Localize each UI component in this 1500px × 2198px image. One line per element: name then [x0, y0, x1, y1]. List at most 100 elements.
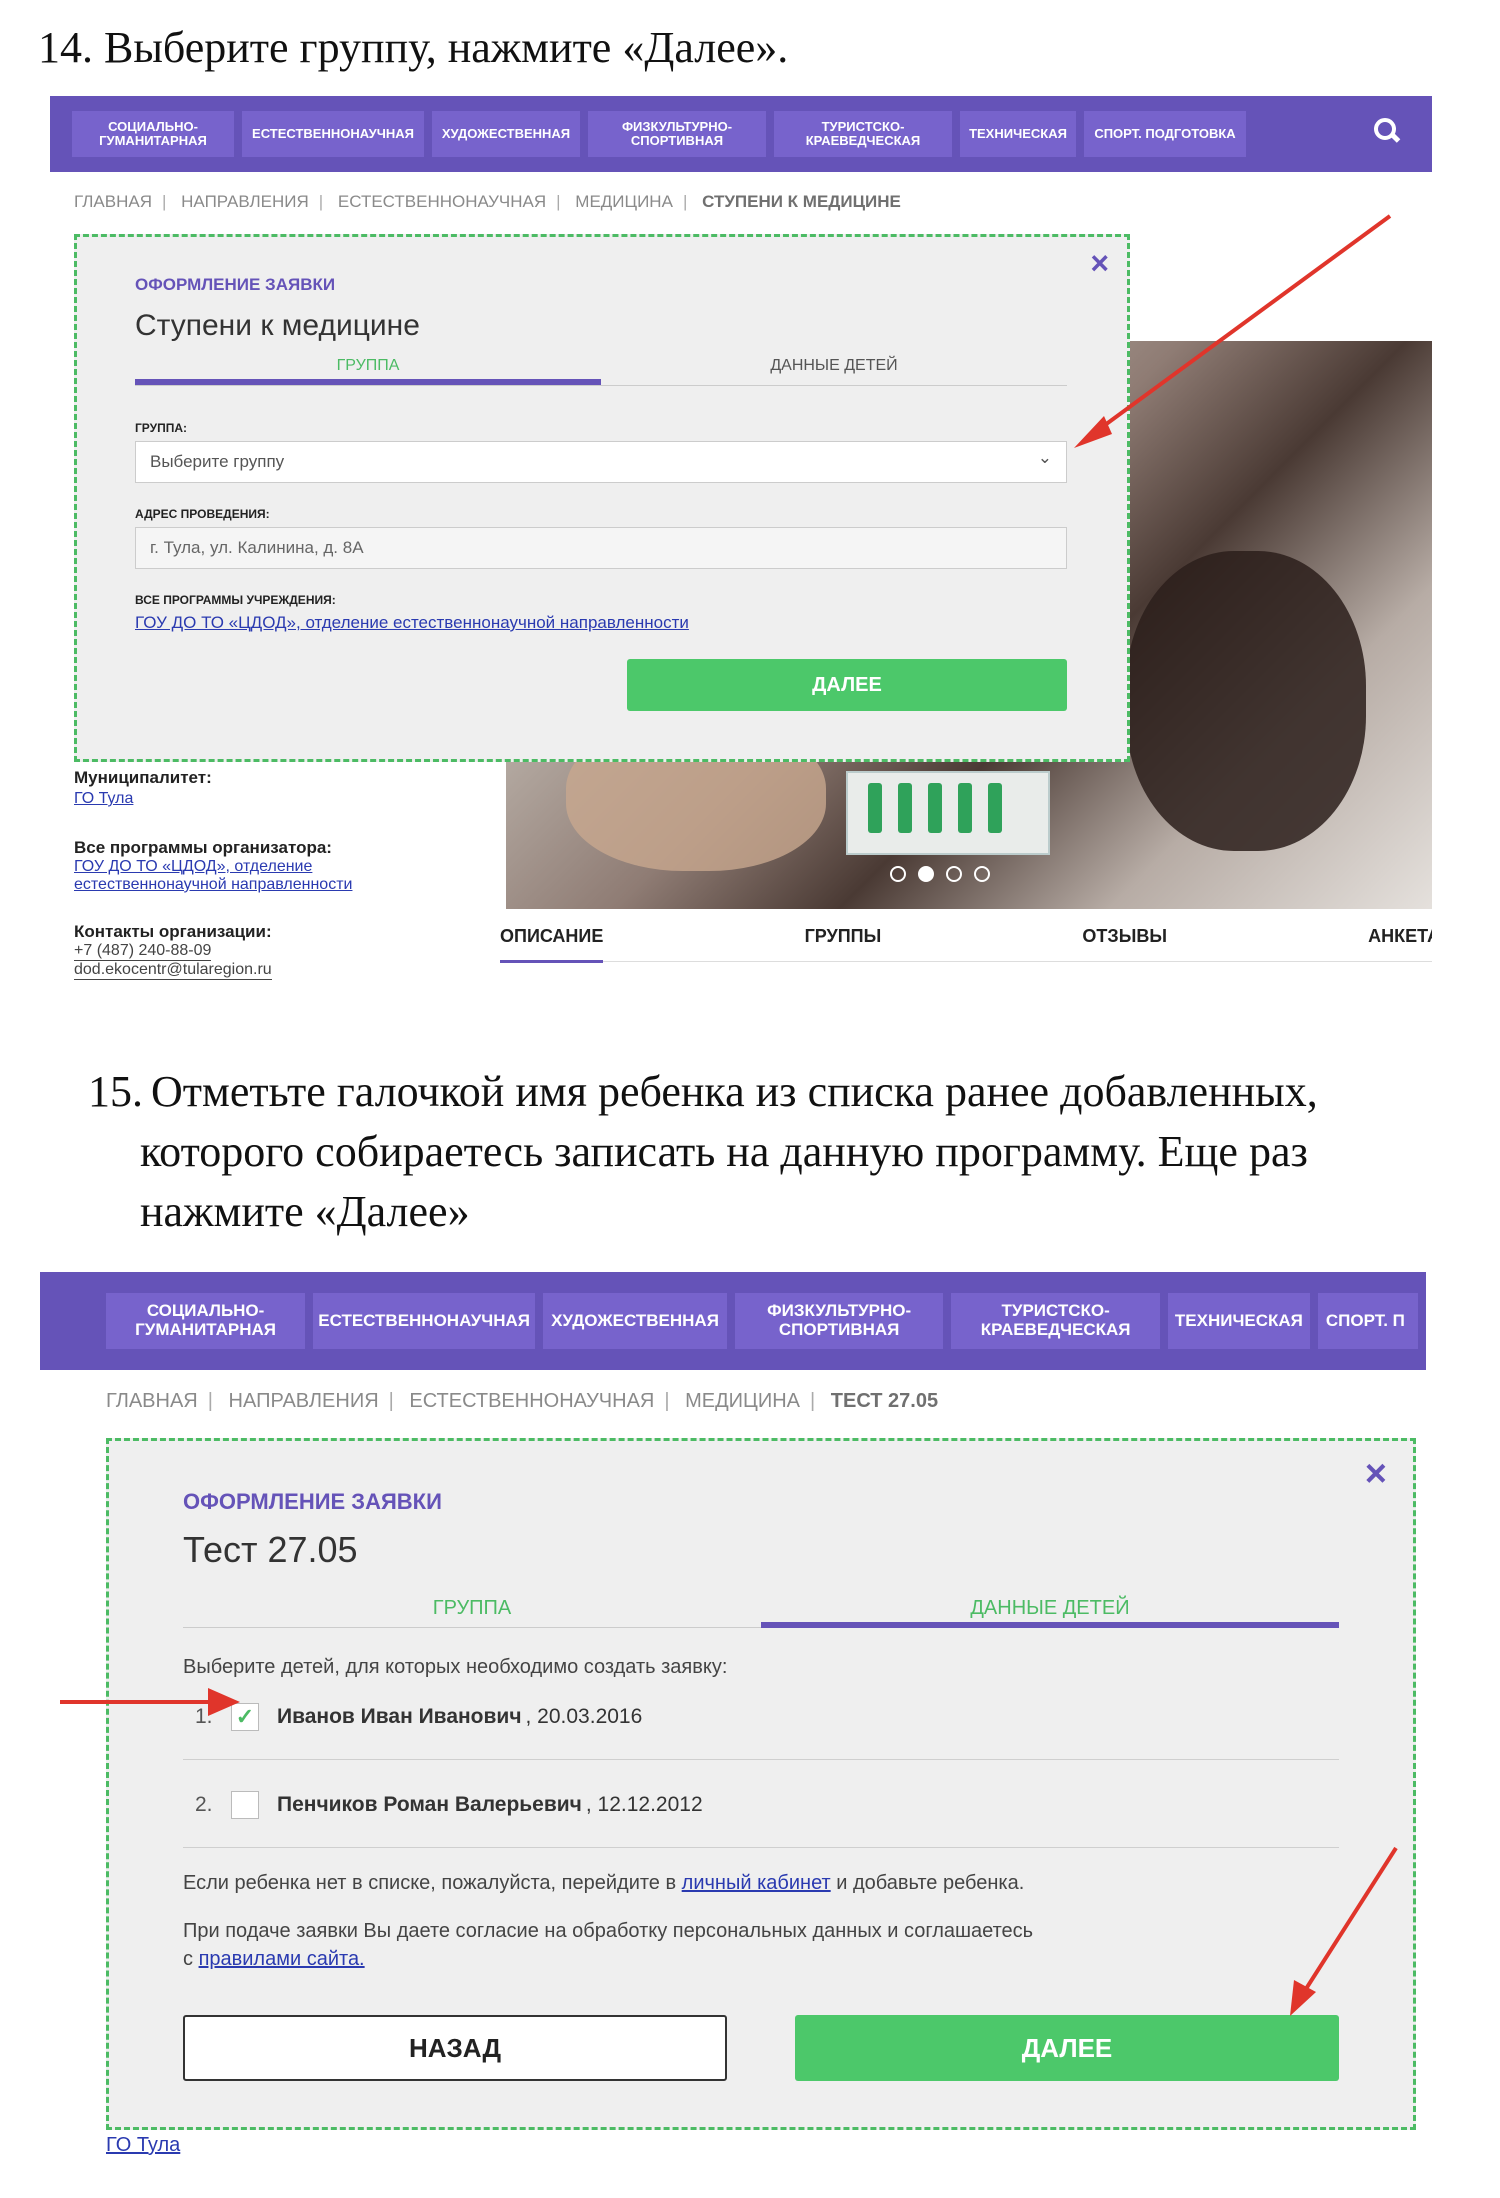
child-name: Пенчиков Роман Валерьевич — [277, 1793, 582, 1816]
application-modal: × ОФОРМЛЕНИЕ ЗАЯВКИ Ступени к медицине Г… — [74, 234, 1130, 762]
tab-group[interactable]: ГРУППА — [183, 1597, 761, 1628]
carousel-dot[interactable] — [890, 866, 906, 882]
municipality-label: Муниципалитет: — [74, 768, 212, 787]
program-tabs: ОПИСАНИЕ ГРУППЫ ОТЗЫВЫ АНКЕТА — [500, 926, 1432, 963]
contacts-block: Контакты организации: +7 (487) 240-88-09… — [74, 922, 272, 980]
modal-tabs: ГРУППА ДАННЫЕ ДЕТЕЙ — [135, 357, 1067, 386]
nav-item-sport-training[interactable]: СПОРТ. ПОДГОТОВКА — [1084, 111, 1246, 157]
breadcrumb-item[interactable]: ГЛАВНАЯ — [106, 1390, 198, 1412]
tab-reviews[interactable]: ОТЗЫВЫ — [1082, 926, 1167, 947]
breadcrumb-item[interactable]: МЕДИЦИНА — [685, 1390, 800, 1412]
consent-text: При подаче заявки Вы даете согласие на о… — [183, 1920, 1034, 1942]
nav-item-social[interactable]: СОЦИАЛЬНО-ГУМАНИТАРНАЯ — [106, 1293, 306, 1349]
note-text: Если ребенка нет в списке, пожалуйста, п… — [183, 1872, 682, 1894]
consent-text: с — [183, 1948, 199, 1970]
divider — [183, 1759, 1339, 1760]
divider — [183, 1847, 1339, 1848]
child-name: Иванов Иван Иванович — [277, 1705, 522, 1728]
breadcrumb-current: ТЕСТ 27.05 — [830, 1390, 939, 1412]
nav-item-technical[interactable]: ТЕХНИЧЕСКАЯ — [1167, 1293, 1310, 1349]
carousel-dots[interactable] — [890, 866, 990, 882]
nav-item-tourism[interactable]: ТУРИСТСКО-КРАЕВЕДЧЕСКАЯ — [951, 1293, 1160, 1349]
nav-item-natural[interactable]: ЕСТЕСТВЕННОНАУЧНАЯ — [313, 1293, 536, 1349]
modal-kicker: ОФОРМЛЕНИЕ ЗАЯВКИ — [183, 1489, 442, 1514]
tab-description[interactable]: ОПИСАНИЕ — [500, 926, 604, 963]
breadcrumb: ГЛАВНАЯ | НАПРАВЛЕНИЯ | ЕСТЕСТВЕННОНАУЧНАЯ… — [74, 192, 901, 211]
step-14-number: 14. — [38, 23, 93, 72]
next-button[interactable]: ДАЛЕЕ — [795, 2015, 1339, 2081]
modal-tabs: ГРУППА ДАННЫЕ ДЕТЕЙ — [183, 1597, 1339, 1628]
child-row: 1. ✓ Иванов Иван Иванович , 20.03.2016 — [195, 1703, 642, 1731]
nav-item-social[interactable]: СОЦИАЛЬНО-ГУМАНИТАРНАЯ — [72, 111, 234, 157]
modal-title: Тест 27.05 — [183, 1529, 358, 1570]
children-prompt: Выберите детей, для которых необходимо с… — [183, 1656, 728, 1678]
consent-note: При подаче заявки Вы даете согласие на о… — [183, 1917, 1033, 1973]
email-link[interactable]: dod.ekocentr@tularegion.ru — [74, 961, 272, 980]
application-modal: × ОФОРМЛЕНИЕ ЗАЯВКИ Тест 27.05 ГРУППА ДА… — [106, 1438, 1416, 2130]
top-nav: СОЦИАЛЬНО-ГУМАНИТАРНАЯ ЕСТЕСТВЕННОНАУЧНА… — [50, 96, 1432, 172]
breadcrumb-item[interactable]: МЕДИЦИНА — [575, 192, 673, 211]
search-icon[interactable] — [1374, 118, 1401, 143]
child-birthdate: , 20.03.2016 — [525, 1705, 643, 1728]
nav-item-sport[interactable]: ФИЗКУЛЬТУРНО-СПОРТИВНАЯ — [588, 111, 766, 157]
tab-children[interactable]: ДАННЫЕ ДЕТЕЙ — [761, 1597, 1339, 1628]
screenshot-step-15: СОЦИАЛЬНО-ГУМАНИТАРНАЯ ЕСТЕСТВЕННОНАУЧНА… — [40, 1272, 1426, 2192]
tab-survey[interactable]: АНКЕТА — [1368, 926, 1432, 947]
municipality-link[interactable]: ГО Тула — [106, 2134, 180, 2157]
municipality-link[interactable]: ГО Тула — [74, 790, 133, 807]
nav-item-sport-training[interactable]: СПОРТ. П — [1317, 1293, 1418, 1349]
close-icon[interactable]: × — [1365, 1453, 1387, 1496]
top-nav: СОЦИАЛЬНО-ГУМАНИТАРНАЯ ЕСТЕСТВЕННОНАУЧНА… — [40, 1272, 1426, 1370]
back-button[interactable]: НАЗАД — [183, 2015, 727, 2081]
nav-item-art[interactable]: ХУДОЖЕСТВЕННАЯ — [432, 111, 580, 157]
step-15-line3: нажмите «Далее» — [140, 1187, 470, 1236]
phone-link[interactable]: +7 (487) 240-88-09 — [74, 942, 212, 961]
nav-item-technical[interactable]: ТЕХНИЧЕСКАЯ — [960, 111, 1076, 157]
address-field: г. Тула, ул. Калинина, д. 8А — [135, 527, 1067, 569]
annotation-arrow — [1074, 214, 1392, 448]
programs-label: ВСЕ ПРОГРАММЫ УЧРЕЖДЕНИЯ: — [135, 593, 336, 607]
modal-title: Ступени к медицине — [135, 309, 420, 342]
child-birthdate: , 12.12.2012 — [585, 1793, 703, 1816]
breadcrumb: ГЛАВНАЯ | НАПРАВЛЕНИЯ | ЕСТЕСТВЕННОНАУЧНАЯ… — [106, 1390, 939, 1412]
all-programs-link-line2[interactable]: естественнонаучной направленности — [74, 876, 352, 894]
breadcrumb-item[interactable]: НАПРАВЛЕНИЯ — [229, 1390, 379, 1412]
next-button[interactable]: ДАЛЕЕ — [627, 659, 1067, 711]
group-select[interactable]: Выберите группу ⌄ — [135, 441, 1067, 483]
breadcrumb-item[interactable]: ГЛАВНАЯ — [74, 192, 152, 211]
step-15-line2: которого собираетесь записать на данную … — [140, 1127, 1308, 1176]
carousel-dot-active[interactable] — [918, 866, 934, 882]
nav-item-tourism[interactable]: ТУРИСТСКО-КРАЕВЕДЧЕСКАЯ — [774, 111, 952, 157]
tab-children[interactable]: ДАННЫЕ ДЕТЕЙ — [601, 357, 1067, 385]
child-row: 2. Пенчиков Роман Валерьевич , 12.12.201… — [195, 1791, 703, 1819]
breadcrumb-item[interactable]: ЕСТЕСТВЕННОНАУЧНАЯ — [338, 192, 546, 211]
personal-account-link[interactable]: личный кабинет — [682, 1872, 831, 1894]
nav-item-sport[interactable]: ФИЗКУЛЬТУРНО-СПОРТИВНАЯ — [734, 1293, 944, 1349]
child-checkbox[interactable] — [231, 1791, 259, 1819]
programs-link[interactable]: ГОУ ДО ТО «ЦДОД», отделение естественнон… — [135, 613, 689, 633]
annotation-arrow — [1290, 1846, 1398, 2016]
step-14-text: Выберите группу, нажмите «Далее». — [104, 23, 789, 72]
contacts-label: Контакты организации: — [74, 922, 272, 941]
nav-item-natural[interactable]: ЕСТЕСТВЕННОНАУЧНАЯ — [242, 111, 424, 157]
group-select-value: Выберите группу — [150, 452, 285, 471]
nav-item-art[interactable]: ХУДОЖЕСТВЕННАЯ — [543, 1293, 727, 1349]
breadcrumb-current: СТУПЕНИ К МЕДИЦИНЕ — [702, 192, 901, 211]
municipality-block: Муниципалитет: ГО Тула — [74, 768, 212, 808]
modal-kicker: ОФОРМЛЕНИЕ ЗАЯВКИ — [135, 275, 336, 294]
step-14-heading: 14. Выберите группу, нажмите «Далее». — [38, 22, 1468, 73]
step-15-number: 15. — [88, 1067, 143, 1116]
site-rules-link[interactable]: правилами сайта. — [199, 1948, 365, 1970]
step-15-heading: 15. Отметьте галочкой имя ребенка из спи… — [88, 1062, 1468, 1242]
tab-group[interactable]: ГРУППА — [135, 357, 601, 385]
chevron-down-icon: ⌄ — [1037, 448, 1052, 467]
breadcrumb-item[interactable]: ЕСТЕСТВЕННОНАУЧНАЯ — [409, 1390, 654, 1412]
tab-groups[interactable]: ГРУППЫ — [805, 926, 882, 947]
breadcrumb-item[interactable]: НАПРАВЛЕНИЯ — [181, 192, 309, 211]
child-number: 2. — [195, 1793, 213, 1816]
all-programs-block: Все программы организатора: ГОУ ДО ТО «Ц… — [74, 838, 352, 894]
all-programs-link[interactable]: ГОУ ДО ТО «ЦДОД», отделение — [74, 858, 352, 876]
screenshot-step-14: СОЦИАЛЬНО-ГУМАНИТАРНАЯ ЕСТЕСТВЕННОНАУЧНА… — [50, 96, 1432, 996]
carousel-dot[interactable] — [946, 866, 962, 882]
carousel-dot[interactable] — [974, 866, 990, 882]
